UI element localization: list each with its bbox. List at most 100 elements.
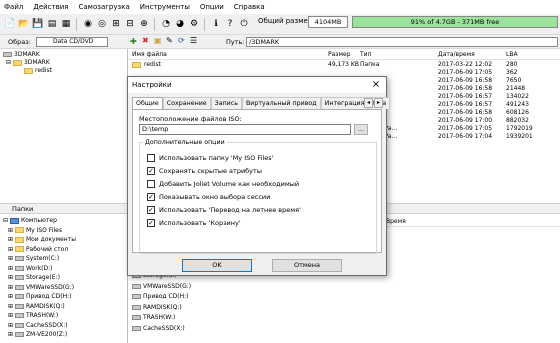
option-checkbox[interactable]: ✓ Использовать 'Перевод на летнее время' (147, 206, 301, 214)
expand-icon[interactable]: ⊞ (8, 274, 15, 281)
folder-tree-item[interactable]: ⊞ Привод CD(H:) (8, 293, 71, 301)
col-type[interactable]: Тип (360, 51, 372, 58)
col-lba[interactable]: LBA (506, 51, 518, 58)
folder-tree-item[interactable]: ⊞ RAMDISK(Q:) (8, 303, 65, 311)
tree-item[interactable]: redist (24, 67, 52, 75)
folder-tree-item[interactable]: ⊞ Storage(E:) (8, 274, 60, 282)
path-input[interactable]: /3DMARK (246, 37, 558, 47)
tab-3[interactable]: Виртуальный привод (241, 97, 321, 109)
delete-icon[interactable]: ✖ (142, 36, 149, 45)
menu-item[interactable]: Самозагрузка (78, 3, 129, 11)
folder-tree-item[interactable]: ⊞ Work(D:) (8, 265, 52, 273)
virtual-drive-icon[interactable]: ◔ (160, 18, 172, 30)
close-icon[interactable]: × (370, 79, 382, 91)
folder-tree-item[interactable]: ⊞ ZM-VE200(Z:) (8, 331, 67, 339)
menu-item[interactable]: Опции (200, 3, 224, 11)
add-icon[interactable]: ✚ (130, 37, 137, 46)
folder-tree-item[interactable]: ⊞ TRASH(W:) (8, 312, 58, 320)
folder-tree-item[interactable]: ⊞ Мои документы (8, 236, 76, 244)
folder-tree-label: Мои документы (25, 236, 76, 243)
folder-tree-item[interactable]: ⊞ CacheSSD(X:) (8, 322, 68, 330)
expand-icon[interactable]: ⊞ (8, 246, 15, 253)
list-item[interactable]: CacheSSD(X:) (132, 325, 185, 333)
cancel-button[interactable]: Отмена (272, 259, 342, 272)
expand-icon[interactable]: ⊞ (8, 255, 15, 262)
expand-icon[interactable]: ⊞ (8, 322, 15, 329)
option-checkbox[interactable]: ✓ Использовать 'Корзину' (147, 219, 241, 227)
tab-right-icon[interactable]: ▸ (374, 98, 383, 108)
checkbox-checked-icon[interactable]: ✓ (147, 167, 155, 175)
checkbox-icon[interactable] (147, 180, 155, 188)
collapse-icon[interactable]: ⊟ (3, 217, 10, 224)
compress-icon[interactable]: ⊞ (110, 18, 122, 30)
refresh-icon[interactable]: ⟳ (178, 36, 185, 45)
extract-icon[interactable]: ⊟ (124, 18, 136, 30)
expand-icon[interactable]: ⊞ (8, 236, 15, 243)
expand-icon[interactable]: ⊞ (8, 284, 15, 291)
tab-1[interactable]: Сохранение (162, 97, 211, 109)
folder-tree-item[interactable]: ⊞ System(C:) (8, 255, 59, 263)
col-date[interactable]: Дата/время (438, 51, 475, 58)
checkbox-icon[interactable] (147, 154, 155, 162)
new-folder-icon[interactable]: ▣ (154, 36, 162, 45)
burn-icon[interactable]: ◉ (82, 18, 94, 30)
cell-date: 2017-06-09 17:04 (438, 133, 493, 140)
tab-left-icon[interactable]: ◂ (364, 98, 373, 108)
iso-path-input[interactable]: D:\temp (139, 124, 351, 135)
menu-item[interactable]: Инструменты (140, 3, 190, 11)
list-item[interactable]: RAMDISK(Q:) (132, 304, 182, 312)
menu-item[interactable]: Файл (4, 3, 23, 11)
rename-icon[interactable]: ✎ (166, 36, 173, 45)
checkbox-checked-icon[interactable]: ✓ (147, 219, 155, 227)
browse-button[interactable]: ... (354, 124, 368, 135)
folder-tree-item[interactable]: ⊞ My ISO Files (8, 227, 62, 235)
help-icon[interactable]: ? (224, 18, 236, 30)
expand-icon[interactable]: ⊞ (8, 293, 15, 300)
view-icon[interactable]: ☰ (190, 36, 197, 45)
list-item[interactable]: Привод CD(H:) (132, 293, 189, 301)
option-checkbox[interactable]: Использовать папку 'My ISO Files' (147, 154, 273, 162)
image-type-select[interactable]: Data CD/DVD (36, 37, 108, 47)
save-icon[interactable]: 💾 (32, 18, 44, 30)
expand-icon[interactable]: ⊞ (8, 265, 15, 272)
expand-icon[interactable]: ⊞ (8, 331, 15, 338)
table-row[interactable]: redist 49,173 KB Папка 2017-03-22 12:02 280 (128, 61, 560, 69)
ok-button[interactable]: OK (182, 259, 252, 272)
tree-item[interactable]: 3DMARK (3, 51, 40, 59)
col-name[interactable]: Имя файла (132, 51, 167, 58)
options-icon[interactable]: ⚙ (188, 18, 200, 30)
folder-tree-item[interactable]: ⊟ Компьютер (3, 217, 57, 225)
menu-item[interactable]: Справка (234, 3, 265, 11)
new-icon[interactable]: 📄 (4, 18, 16, 30)
tab-4[interactable]: Интеграция (320, 97, 369, 109)
list-item[interactable]: VMWareSSD(G:) (132, 283, 191, 291)
info-icon[interactable]: ℹ (210, 18, 222, 30)
option-checkbox[interactable]: Добавить Joliet Volume как необходимый (147, 180, 299, 188)
cd-icon[interactable]: ◕ (174, 18, 186, 30)
test-icon[interactable]: ⊕ (138, 18, 150, 30)
tab-2[interactable]: Запись (210, 97, 242, 109)
save-as-icon[interactable]: ▤ (46, 18, 58, 30)
expand-icon[interactable]: ⊞ (8, 303, 15, 310)
folder-tree-item[interactable]: ⊞ Рабочий стол (8, 246, 68, 254)
mount-icon[interactable]: ◎ (96, 18, 108, 30)
col-local-time[interactable]: Время (386, 218, 406, 225)
exit-icon[interactable]: ⏻ (238, 18, 250, 30)
checkbox-checked-icon[interactable]: ✓ (147, 206, 155, 214)
iso-location-label: Местоположение файлов ISO: (139, 115, 242, 123)
size-progress-text: 91% of 4.7GB - 371MB free (410, 18, 500, 26)
option-checkbox[interactable]: ✓ Показывать окно выбора сессии (147, 193, 270, 201)
checkbox-checked-icon[interactable]: ✓ (147, 193, 155, 201)
expand-icon[interactable]: ⊞ (8, 227, 15, 234)
collapse-icon[interactable]: ⊟ (6, 59, 11, 66)
option-checkbox[interactable]: ✓ Сохранять скрытые атрибуты (147, 167, 262, 175)
col-size[interactable]: Размер (328, 51, 351, 58)
properties-icon[interactable]: ▦ (60, 18, 72, 30)
folder-tree-item[interactable]: ⊞ VMWareSSD(G:) (8, 284, 74, 292)
list-item[interactable]: TRASH(W:) (132, 314, 175, 322)
size-value[interactable]: 4104MB (308, 16, 348, 28)
tree-item[interactable]: ⊟ 3DMARK (6, 59, 50, 67)
expand-icon[interactable]: ⊞ (8, 312, 15, 319)
menu-item[interactable]: Действия (33, 3, 68, 11)
open-icon[interactable]: 📂 (18, 18, 30, 30)
